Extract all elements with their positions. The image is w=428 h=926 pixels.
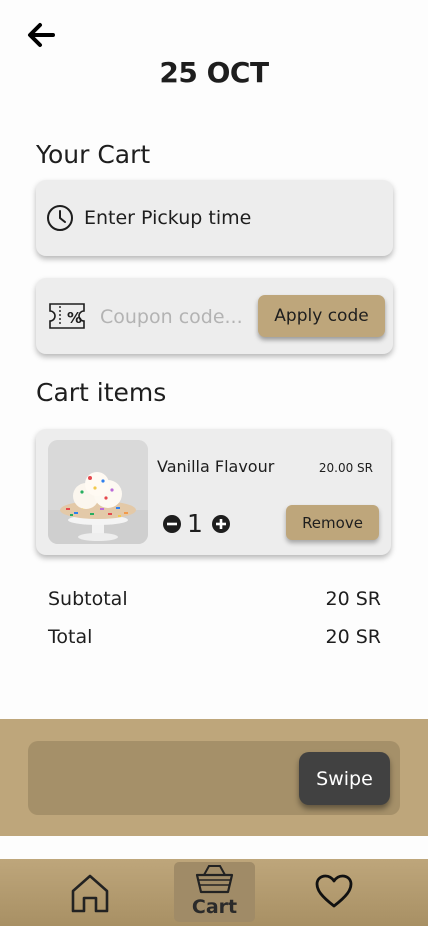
bottom-nav: Cart xyxy=(0,859,428,926)
minus-icon[interactable] xyxy=(162,514,182,534)
swipe-button[interactable]: Swipe xyxy=(299,752,390,805)
coupon-section: % Apply code xyxy=(36,278,393,354)
item-image xyxy=(48,440,148,544)
coupon-ticket-icon: % xyxy=(49,303,85,329)
total-label: Total xyxy=(48,626,93,648)
back-button[interactable] xyxy=(24,20,58,50)
nav-favorites[interactable] xyxy=(313,871,355,911)
swipe-track: Swipe xyxy=(28,741,400,815)
page-title-date: 25 OCT xyxy=(159,56,269,89)
basket-icon xyxy=(195,865,234,894)
item-price: 20.00 SR xyxy=(318,461,373,475)
subtotal-label: Subtotal xyxy=(48,588,128,610)
total-value: 20 SR xyxy=(325,626,381,648)
apply-code-button[interactable]: Apply code xyxy=(258,295,385,337)
arrow-left-icon xyxy=(28,23,55,47)
clock-icon xyxy=(47,205,73,231)
quantity-value: 1 xyxy=(187,509,203,538)
pickup-time-label: Enter Pickup time xyxy=(84,207,252,229)
pickup-time-field[interactable]: Enter Pickup time xyxy=(36,180,393,256)
cart-section-title: Your Cart xyxy=(36,140,151,169)
plus-icon[interactable] xyxy=(211,514,231,534)
svg-text:%: % xyxy=(67,309,82,327)
subtotal-row: Subtotal 20 SR xyxy=(48,588,381,610)
item-name: Vanilla Flavour xyxy=(157,457,275,476)
nav-cart[interactable]: Cart xyxy=(174,862,255,922)
cart-item: Vanilla Flavour 20.00 SR 1 Remove xyxy=(36,429,391,555)
heart-icon xyxy=(315,874,353,908)
cart-items-title: Cart items xyxy=(36,378,167,407)
remove-item-button[interactable]: Remove xyxy=(286,505,379,540)
total-row: Total 20 SR xyxy=(48,626,381,648)
subtotal-value: 20 SR xyxy=(325,588,381,610)
swipe-band: Swipe xyxy=(0,719,428,836)
home-icon xyxy=(71,874,109,913)
nav-cart-label: Cart xyxy=(191,896,238,918)
nav-home[interactable] xyxy=(68,871,112,915)
